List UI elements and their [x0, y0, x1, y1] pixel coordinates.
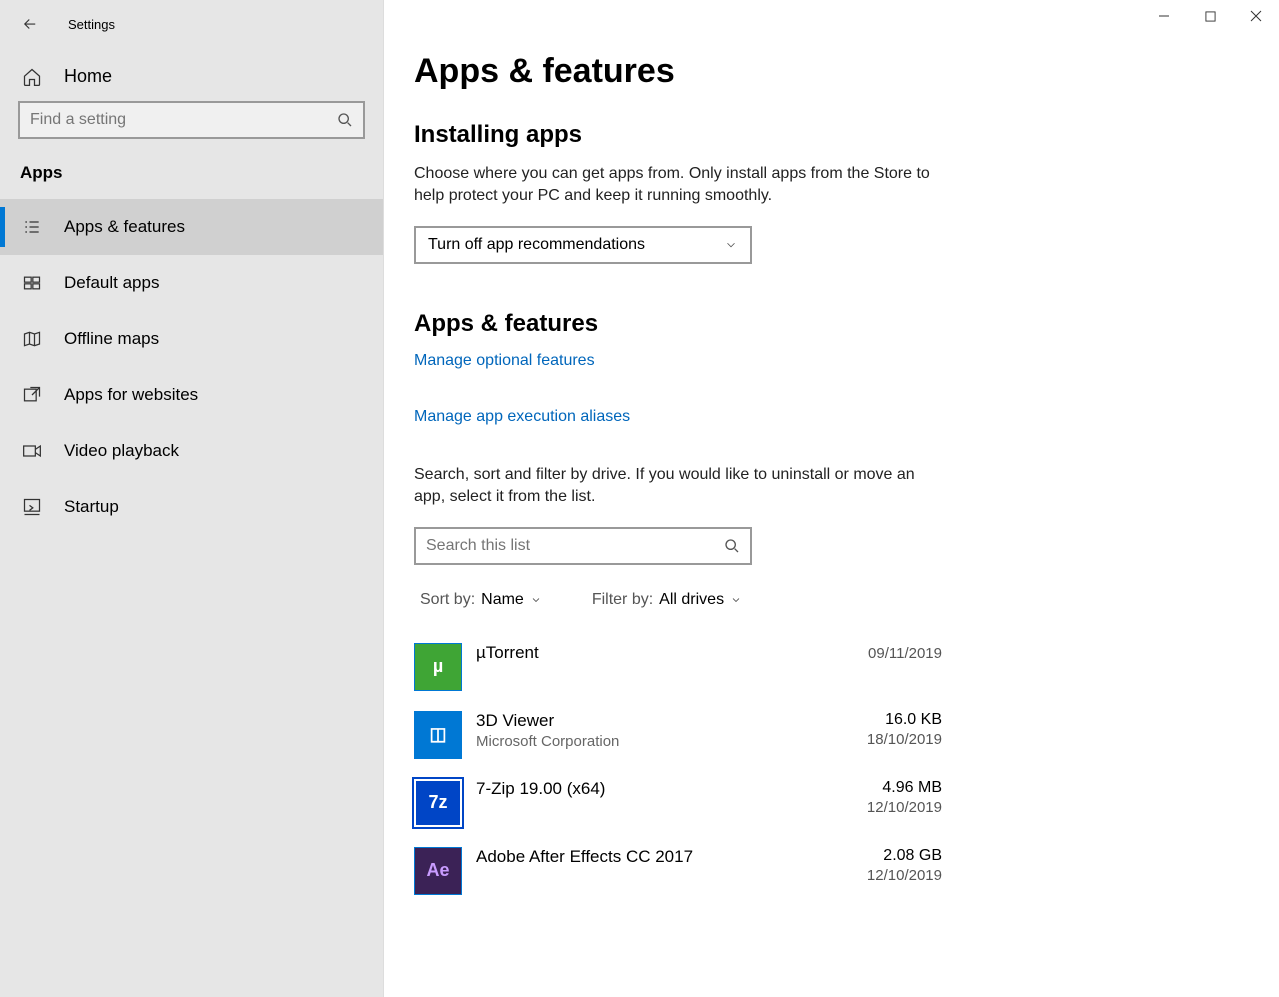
sort-by-control[interactable]: Sort by: Name — [420, 591, 542, 609]
filter-by-control[interactable]: Filter by: All drives — [592, 591, 742, 609]
sidebar-search-wrap — [0, 101, 383, 157]
sidebar: Settings Home Apps Apps & features Defau… — [0, 0, 384, 997]
app-date: 18/10/2019 — [867, 731, 942, 748]
app-row[interactable]: ◫ 3D Viewer Microsoft Corporation 16.0 K… — [414, 701, 942, 769]
installing-apps-heading: Installing apps — [414, 121, 1279, 149]
titlebar: Settings — [0, 0, 383, 48]
installing-apps-description: Choose where you can get apps from. Only… — [414, 163, 934, 208]
sidebar-search-input[interactable] — [30, 111, 337, 129]
app-icon: µ — [414, 643, 462, 691]
apps-list: µ µTorrent 09/11/2019 ◫ 3D Viewer Micros… — [414, 633, 942, 905]
maximize-button[interactable] — [1187, 0, 1233, 32]
app-date: 12/10/2019 — [867, 799, 942, 816]
search-icon — [724, 538, 740, 554]
sidebar-item-label: Offline maps — [64, 329, 159, 349]
chevron-down-icon — [530, 594, 542, 606]
sort-filter-row: Sort by: Name Filter by: All drives — [414, 591, 1279, 609]
app-date: 12/10/2019 — [867, 867, 942, 884]
home-icon — [22, 67, 42, 87]
filter-by-value: All drives — [659, 591, 724, 609]
sidebar-item-label: Apps for websites — [64, 385, 198, 405]
install-source-dropdown[interactable]: Turn off app recommendations — [414, 226, 752, 264]
app-icon: Ae — [414, 847, 462, 895]
apps-features-heading: Apps & features — [414, 310, 1279, 338]
app-size: 16.0 KB — [867, 711, 942, 729]
main-content: Apps & features Installing apps Choose w… — [384, 0, 1279, 997]
close-icon — [1250, 10, 1262, 22]
app-row[interactable]: µ µTorrent 09/11/2019 — [414, 633, 942, 701]
app-name: µTorrent — [476, 643, 539, 663]
app-size: 2.08 GB — [867, 847, 942, 865]
window-title: Settings — [68, 17, 115, 32]
close-button[interactable] — [1233, 0, 1279, 32]
sidebar-search-box[interactable] — [18, 101, 365, 139]
window-controls — [1141, 0, 1279, 32]
sidebar-item-startup[interactable]: Startup — [0, 479, 383, 535]
arrow-left-icon — [21, 15, 39, 33]
chevron-down-icon — [724, 238, 738, 252]
app-icon: ◫ — [414, 711, 462, 759]
open-external-icon — [22, 385, 42, 405]
sort-by-label: Sort by: — [420, 591, 475, 609]
app-row[interactable]: 7z 7-Zip 19.00 (x64) 4.96 MB 12/10/2019 — [414, 769, 942, 837]
app-name: Adobe After Effects CC 2017 — [476, 847, 693, 867]
minimize-icon — [1158, 10, 1170, 22]
sort-by-value: Name — [481, 591, 524, 609]
app-size: 4.96 MB — [867, 779, 942, 797]
app-name: 7-Zip 19.00 (x64) — [476, 779, 605, 799]
app-date: 09/11/2019 — [868, 645, 942, 662]
apps-list-description: Search, sort and filter by drive. If you… — [414, 464, 934, 509]
defaults-icon — [22, 273, 42, 293]
dropdown-value: Turn off app recommendations — [428, 236, 645, 254]
apps-list-search[interactable] — [414, 527, 752, 565]
app-publisher: Microsoft Corporation — [476, 733, 619, 750]
sidebar-item-apps-websites[interactable]: Apps for websites — [0, 367, 383, 423]
page-title: Apps & features — [414, 52, 1279, 91]
back-button[interactable] — [20, 14, 40, 34]
list-icon — [22, 217, 42, 237]
video-icon — [22, 441, 42, 461]
sidebar-item-label: Default apps — [64, 273, 159, 293]
sidebar-item-video-playback[interactable]: Video playback — [0, 423, 383, 479]
startup-icon — [22, 497, 42, 517]
manage-app-aliases-link[interactable]: Manage app execution aliases — [414, 408, 630, 426]
filter-by-label: Filter by: — [592, 591, 653, 609]
maximize-icon — [1205, 11, 1216, 22]
home-nav-item[interactable]: Home — [0, 48, 383, 101]
sidebar-item-offline-maps[interactable]: Offline maps — [0, 311, 383, 367]
search-icon — [337, 112, 353, 128]
sidebar-item-label: Video playback — [64, 441, 179, 461]
minimize-button[interactable] — [1141, 0, 1187, 32]
sidebar-item-label: Startup — [64, 497, 119, 517]
sidebar-item-label: Apps & features — [64, 217, 185, 237]
sidebar-section-label: Apps — [0, 157, 383, 199]
apps-list-search-input[interactable] — [426, 537, 724, 555]
app-icon: 7z — [414, 779, 462, 827]
app-row[interactable]: Ae Adobe After Effects CC 2017 2.08 GB 1… — [414, 837, 942, 905]
chevron-down-icon — [730, 594, 742, 606]
map-icon — [22, 329, 42, 349]
app-name: 3D Viewer — [476, 711, 619, 731]
manage-optional-features-link[interactable]: Manage optional features — [414, 352, 595, 370]
sidebar-item-default-apps[interactable]: Default apps — [0, 255, 383, 311]
sidebar-item-apps-features[interactable]: Apps & features — [0, 199, 383, 255]
home-label: Home — [64, 66, 112, 87]
